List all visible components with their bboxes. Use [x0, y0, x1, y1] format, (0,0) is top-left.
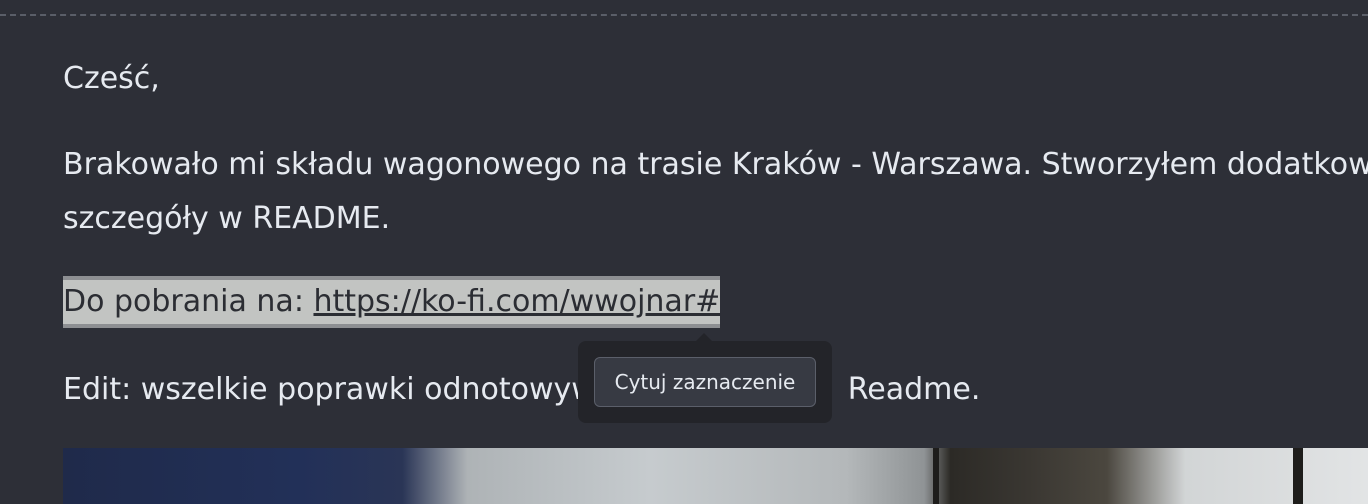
- edit-note-start: Edit: wszelkie poprawki odnotowyw: [63, 372, 596, 407]
- image-detail: [1293, 448, 1303, 504]
- download-link[interactable]: https://ko-fi.com/wwojnar#: [313, 284, 720, 319]
- edit-note-end: Readme.: [847, 372, 981, 407]
- quote-selection-popup: Cytuj zaznaczenie: [578, 333, 832, 423]
- post-image[interactable]: [63, 448, 1368, 504]
- body-text-line: szczegóły w README.: [63, 201, 391, 236]
- post-divider: [0, 14, 1368, 16]
- download-label: Do pobrania na:: [63, 284, 314, 319]
- selected-download-text: Do pobrania na: https://ko-fi.com/wwojna…: [63, 276, 721, 328]
- quote-selection-button[interactable]: Cytuj zaznaczenie: [594, 357, 816, 407]
- image-detail: [933, 448, 939, 504]
- edit-note: Edit: wszelkie poprawki odnotowyw Readme.: [63, 363, 980, 417]
- body-text-line: Brakowało mi składu wagonowego na trasie…: [63, 147, 1368, 182]
- greeting-text: Cześć,: [63, 61, 160, 96]
